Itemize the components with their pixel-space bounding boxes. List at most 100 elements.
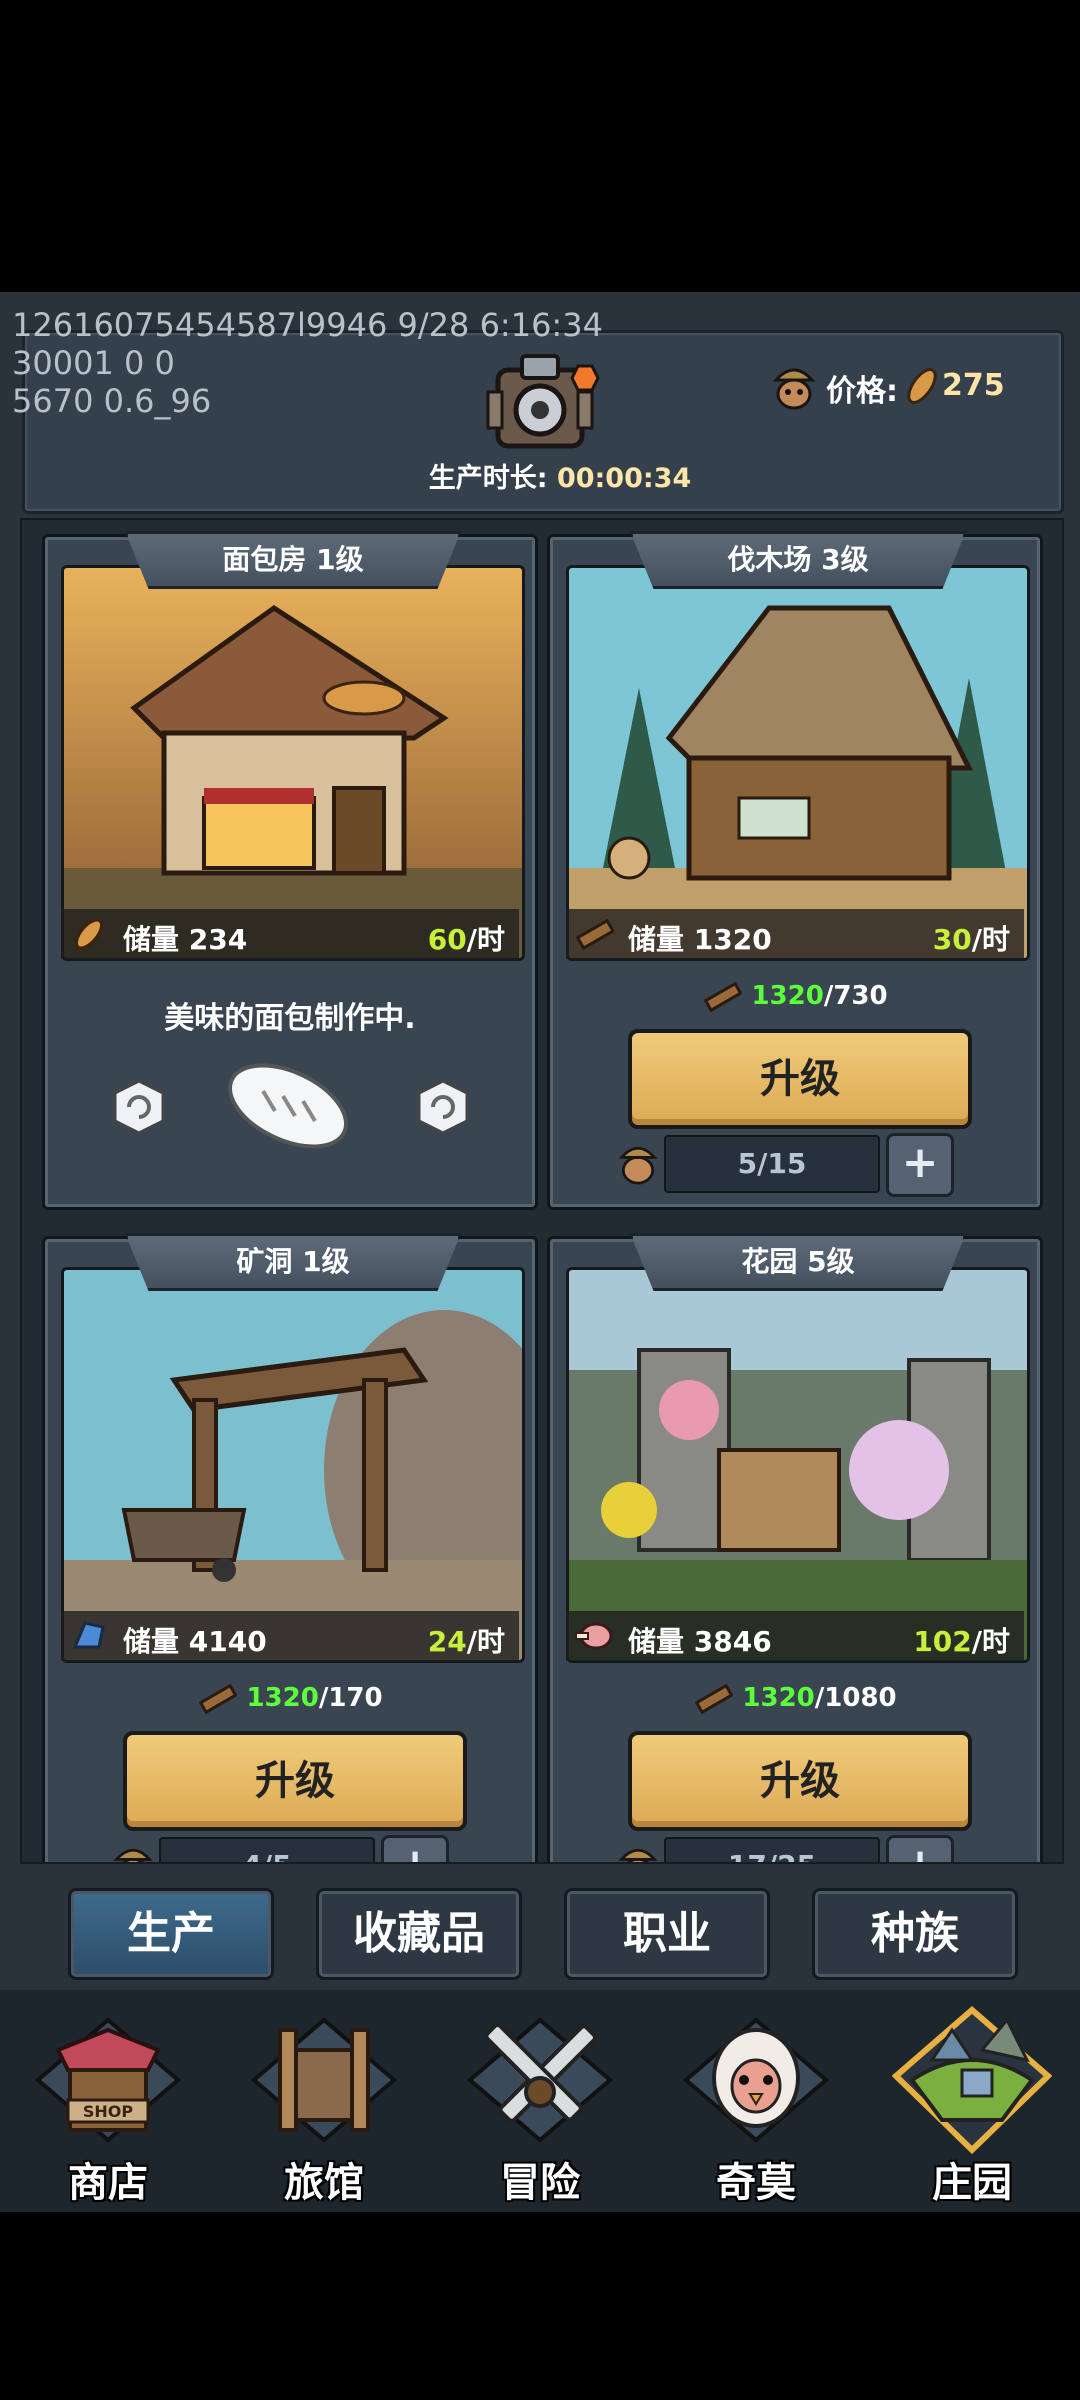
lumber-mill-storage: 1320 xyxy=(693,923,772,956)
garden-level: 5级 xyxy=(807,1245,855,1278)
mine-upgrade-button[interactable]: 升级 xyxy=(123,1731,467,1831)
garden-worker-row: 17/25 + xyxy=(616,1835,956,1862)
wood-plank-icon xyxy=(574,915,616,953)
debug-line-2: 30001 0 0 xyxy=(12,344,175,382)
worker-avatar-icon xyxy=(770,360,818,418)
cost-have: 1320 xyxy=(742,1683,815,1713)
tab-collectibles[interactable]: 收藏品 xyxy=(316,1888,522,1980)
nav-label-inn: 旅馆 xyxy=(284,2160,364,2206)
mine-upgrade-cost: 1320/170 xyxy=(45,1683,535,1714)
price-display: 价格: 275 xyxy=(770,360,1030,412)
storage-label: 储量 xyxy=(123,1625,180,1658)
nav-label-adventure: 冒险 xyxy=(500,2160,580,2206)
lumber-mill-image[interactable] xyxy=(566,565,1030,961)
lumber-mill-worker-count: 5/15 xyxy=(664,1135,880,1193)
rate-unit: /时 xyxy=(971,923,1010,956)
worker-avatar-icon xyxy=(111,1839,155,1862)
mine-image[interactable] xyxy=(61,1267,525,1663)
lumber-mill-upgrade-button[interactable]: 升级 xyxy=(628,1029,972,1129)
nav-shop[interactable]: SHOP 商店 xyxy=(8,2000,208,2210)
garden-stats-strip: 储量 3846 102/时 xyxy=(566,1611,1024,1661)
meat-icon xyxy=(574,1617,614,1655)
chimo-creature-icon xyxy=(676,2000,836,2160)
building-card-bakery[interactable]: 面包房 1级 储量 234 60/时 美味的面包制作中. xyxy=(42,531,538,1210)
lumber-mill-worker-row: 5/15 + xyxy=(616,1133,956,1197)
mine-add-worker-button[interactable]: + xyxy=(381,1835,449,1862)
price-value: 275 xyxy=(942,368,1005,403)
garden-worker-count: 17/25 xyxy=(664,1837,880,1862)
mine-worker-row: 4/5 + xyxy=(111,1835,451,1862)
lumber-mill-title-tab: 伐木场 3级 xyxy=(630,531,966,589)
lumber-mill-name: 伐木场 xyxy=(727,543,812,576)
nav-label-manor: 庄园 xyxy=(932,2160,1012,2206)
lumber-mill-level: 3级 xyxy=(821,543,869,576)
lumber-mill-stats-strip: 储量 1320 30/时 xyxy=(566,909,1024,959)
storage-label: 储量 xyxy=(628,1625,685,1658)
bread-icon xyxy=(69,915,109,953)
cost-need: /730 xyxy=(823,981,888,1011)
shop-icon: SHOP xyxy=(28,2000,188,2160)
mine-rate: 24 xyxy=(427,1625,467,1658)
mine-name: 矿洞 xyxy=(236,1245,293,1278)
bakery-level: 1级 xyxy=(316,543,364,576)
garden-image[interactable] xyxy=(566,1267,1030,1663)
building-card-garden[interactable]: 花园 5级 储量 3846 102/时 1320/1080 升级 17/25 + xyxy=(547,1233,1043,1862)
category-tabs: 生产 收藏品 职业 种族 xyxy=(0,1880,1080,1990)
nav-inn[interactable]: 旅馆 xyxy=(224,2000,424,2210)
duration-label: 生产时长: xyxy=(428,463,548,494)
bakery-rate: 60 xyxy=(427,923,467,956)
shop-badge: SHOP xyxy=(83,2102,134,2121)
nav-manor[interactable]: 庄园 xyxy=(872,2000,1072,2210)
mine-level: 1级 xyxy=(302,1245,350,1278)
worker-avatar-icon xyxy=(616,1839,660,1862)
garden-name: 花园 xyxy=(741,1245,798,1278)
swirl-icon xyxy=(413,1077,473,1141)
rate-unit: /时 xyxy=(466,1625,505,1658)
swirl-icon xyxy=(109,1077,169,1141)
bakery-image[interactable] xyxy=(61,565,525,961)
debug-line-1: 12616075454587l9946 9/28 6:16:34 xyxy=(12,306,603,344)
debug-line-3: 5670 0.6_96 xyxy=(12,382,212,420)
cost-have: 1320 xyxy=(246,1683,319,1713)
bottom-navigation: SHOP 商店 旅馆 冒险 奇莫 庄园 xyxy=(0,1990,1080,2212)
building-card-mine[interactable]: 矿洞 1级 储量 4140 24/时 1320/170 升级 4/5 + xyxy=(42,1233,538,1862)
garden-title-tab: 花园 5级 xyxy=(630,1233,966,1291)
lumber-mill-add-worker-button[interactable]: + xyxy=(886,1133,954,1197)
garden-add-worker-button[interactable]: + xyxy=(886,1835,954,1862)
tab-production[interactable]: 生产 xyxy=(68,1888,274,1980)
cost-have: 1320 xyxy=(751,981,824,1011)
production-duration: 生产时长: 00:00:34 xyxy=(420,456,700,495)
building-card-lumber-mill[interactable]: 伐木场 3级 储量 1320 30/时 1320/730 升级 5/15 + xyxy=(547,531,1043,1210)
nav-adventure[interactable]: 冒险 xyxy=(440,2000,640,2210)
cost-need: /170 xyxy=(318,1683,383,1713)
garden-storage: 3846 xyxy=(693,1625,772,1658)
mine-title-tab: 矿洞 1级 xyxy=(125,1233,461,1291)
price-label: 价格: xyxy=(826,374,898,409)
storage-label: 储量 xyxy=(628,923,685,956)
mine-storage: 4140 xyxy=(188,1625,267,1658)
manor-island-icon xyxy=(891,2000,1053,2160)
tab-races[interactable]: 种族 xyxy=(812,1888,1018,1980)
bakery-stats-strip: 储量 234 60/时 xyxy=(61,909,519,959)
rate-unit: /时 xyxy=(466,923,505,956)
inn-gate-icon xyxy=(244,2000,404,2160)
bakery-storage: 234 xyxy=(188,923,248,956)
production-gear-lock-icon[interactable] xyxy=(470,352,610,462)
nav-label-shop: 商店 xyxy=(68,2160,148,2206)
building-list[interactable]: 面包房 1级 储量 234 60/时 美味的面包制作中. 伐木场 3级 储量 1… xyxy=(20,518,1064,1864)
crossed-swords-icon xyxy=(460,2000,620,2160)
bakery-name: 面包房 xyxy=(222,543,307,576)
garden-rate: 102 xyxy=(913,1625,972,1658)
bakery-status-note: 美味的面包制作中. xyxy=(164,1001,416,1036)
duration-value: 00:00:34 xyxy=(556,463,692,494)
wood-plank-icon xyxy=(693,1683,734,1714)
nav-chimo[interactable]: 奇莫 xyxy=(656,2000,856,2210)
lumber-mill-rate: 30 xyxy=(932,923,972,956)
worker-avatar-icon xyxy=(616,1137,660,1191)
ore-crystal-icon xyxy=(69,1617,109,1655)
bakery-title-tab: 面包房 1级 xyxy=(125,531,461,589)
wood-plank-icon xyxy=(702,981,744,1012)
tab-professions[interactable]: 职业 xyxy=(564,1888,770,1980)
garden-upgrade-button[interactable]: 升级 xyxy=(628,1731,972,1831)
lumber-mill-upgrade-cost: 1320/730 xyxy=(550,981,1040,1012)
